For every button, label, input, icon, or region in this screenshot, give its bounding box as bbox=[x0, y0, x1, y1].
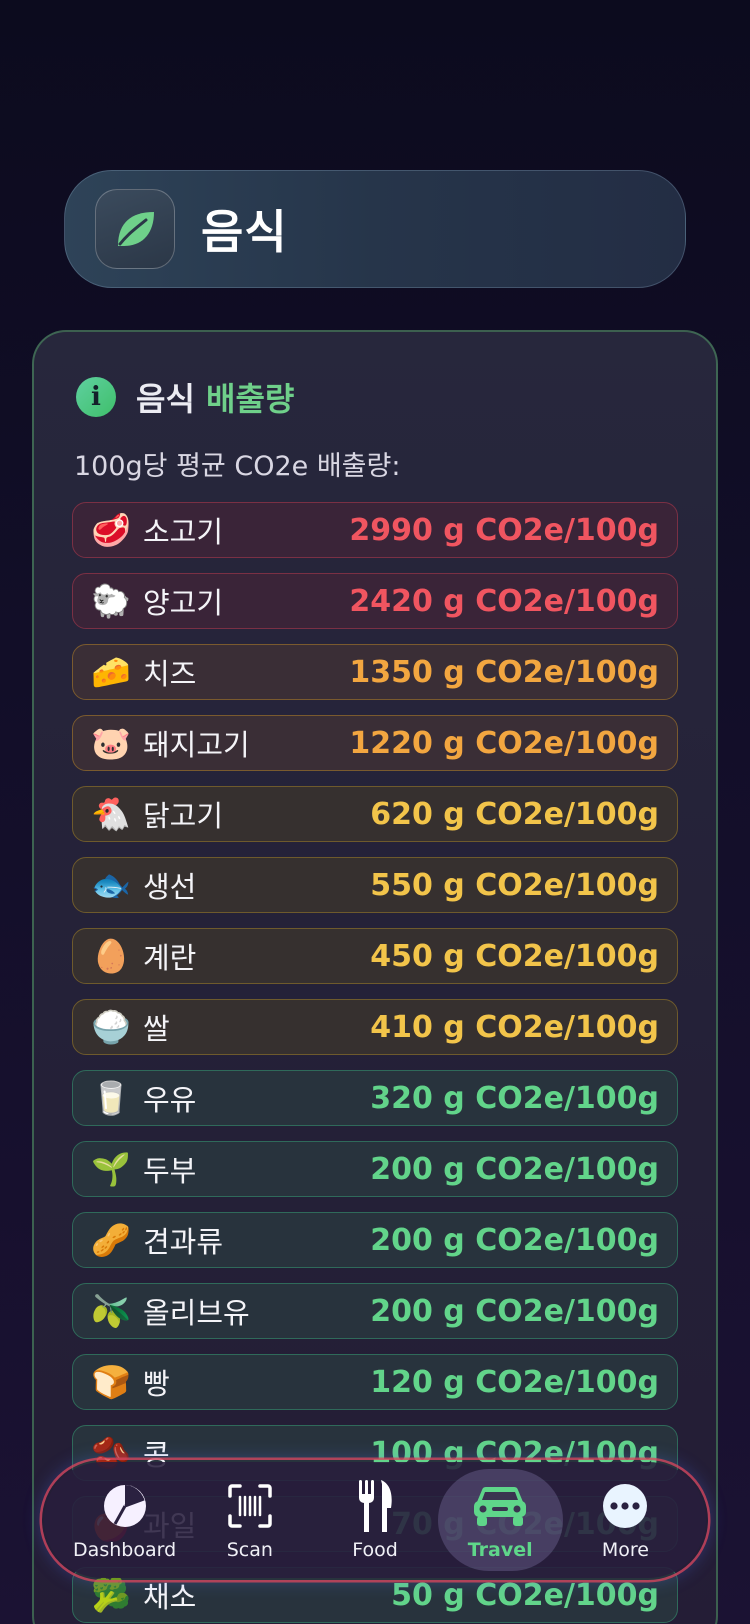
barcode-scan-icon bbox=[226, 1479, 274, 1533]
emission-row: 🐷 돼지고기 1220 g CO2e/100g bbox=[72, 715, 678, 771]
emission-row: 🐔 닭고기 620 g CO2e/100g bbox=[72, 786, 678, 842]
emission-row: 🌱 두부 200 g CO2e/100g bbox=[72, 1141, 678, 1197]
card-title-main: 음식 bbox=[136, 380, 195, 418]
emission-value: 620 g CO2e/100g bbox=[370, 796, 659, 832]
food-emoji-icon: 🥜 bbox=[91, 1221, 131, 1259]
food-name: 쌀 bbox=[143, 1012, 170, 1046]
tab-label: Scan bbox=[226, 1539, 273, 1561]
tab-more[interactable]: More bbox=[563, 1469, 688, 1571]
emission-value: 550 g CO2e/100g bbox=[370, 867, 659, 903]
tab-travel[interactable]: Travel bbox=[437, 1469, 563, 1571]
page-header: 음식 bbox=[64, 170, 686, 288]
emission-value: 1220 g CO2e/100g bbox=[349, 725, 659, 761]
food-emoji-icon: 🧀 bbox=[91, 653, 131, 691]
food-name: 치즈 bbox=[143, 657, 197, 691]
fork-knife-icon bbox=[351, 1479, 399, 1533]
food-name: 돼지고기 bbox=[143, 728, 250, 762]
food-emoji-icon: 🌱 bbox=[91, 1150, 131, 1188]
food-name: 소고기 bbox=[143, 515, 224, 549]
food-emoji-icon: 🥦 bbox=[91, 1576, 131, 1614]
tab-dashboard[interactable]: Dashboard bbox=[62, 1469, 187, 1571]
info-icon: i bbox=[76, 377, 116, 417]
food-name: 견과류 bbox=[143, 1225, 224, 1259]
leaf-icon bbox=[95, 189, 175, 269]
food-emoji-icon: 🐟 bbox=[91, 866, 131, 904]
emission-row: 🥛 우유 320 g CO2e/100g bbox=[72, 1070, 678, 1126]
emission-value: 200 g CO2e/100g bbox=[370, 1151, 659, 1187]
food-emoji-icon: 🐷 bbox=[91, 724, 131, 762]
emission-value: 120 g CO2e/100g bbox=[370, 1364, 659, 1400]
pie-chart-icon bbox=[101, 1479, 149, 1533]
emission-value: 50 g CO2e/100g bbox=[391, 1577, 659, 1613]
food-emoji-icon: 🫒 bbox=[91, 1292, 131, 1330]
emission-value: 1350 g CO2e/100g bbox=[349, 654, 659, 690]
car-icon bbox=[472, 1479, 528, 1533]
emission-value: 450 g CO2e/100g bbox=[370, 938, 659, 974]
emission-row: 🐟 생선 550 g CO2e/100g bbox=[72, 857, 678, 913]
food-name: 빵 bbox=[143, 1367, 170, 1401]
food-name: 우유 bbox=[143, 1083, 197, 1117]
tab-label: More bbox=[601, 1539, 649, 1561]
food-name: 계란 bbox=[143, 941, 197, 975]
emission-row: 🍚 쌀 410 g CO2e/100g bbox=[72, 999, 678, 1055]
emission-value: 410 g CO2e/100g bbox=[370, 1009, 659, 1045]
emission-row: 🥚 계란 450 g CO2e/100g bbox=[72, 928, 678, 984]
emission-value: 2990 g CO2e/100g bbox=[349, 512, 659, 548]
food-emoji-icon: 🐑 bbox=[91, 582, 131, 620]
emission-row: 🧀 치즈 1350 g CO2e/100g bbox=[72, 644, 678, 700]
emission-value: 200 g CO2e/100g bbox=[370, 1293, 659, 1329]
tab-label: Food bbox=[352, 1539, 398, 1561]
card-title-accent: 배출량 bbox=[206, 380, 295, 418]
food-emoji-icon: 🍞 bbox=[91, 1363, 131, 1401]
tab-scan[interactable]: Scan bbox=[187, 1469, 312, 1571]
food-emoji-icon: 🥩 bbox=[91, 511, 131, 549]
tab-label: Dashboard bbox=[73, 1539, 177, 1561]
card-subtitle: 100g당 평균 CO2e 배출량: bbox=[74, 451, 401, 482]
emission-row: 🥜 견과류 200 g CO2e/100g bbox=[72, 1212, 678, 1268]
food-emoji-icon: 🍚 bbox=[91, 1008, 131, 1046]
emission-row: 🐑 양고기 2420 g CO2e/100g bbox=[72, 573, 678, 629]
food-emoji-icon: 🥚 bbox=[91, 937, 131, 975]
food-emoji-icon: 🐔 bbox=[91, 795, 131, 833]
food-name: 올리브유 bbox=[143, 1296, 250, 1330]
emission-row: 🫒 올리브유 200 g CO2e/100g bbox=[72, 1283, 678, 1339]
food-name: 채소 bbox=[143, 1580, 197, 1614]
food-name: 양고기 bbox=[143, 586, 224, 620]
page-title: 음식 bbox=[201, 205, 288, 259]
tab-food[interactable]: Food bbox=[312, 1469, 437, 1571]
card-title: i 음식 배출량 bbox=[76, 374, 294, 420]
food-name: 닭고기 bbox=[143, 799, 224, 833]
food-emoji-icon: 🥛 bbox=[91, 1079, 131, 1117]
emission-value: 320 g CO2e/100g bbox=[370, 1080, 659, 1116]
food-emissions-card: i 음식 배출량 100g당 평균 CO2e 배출량: 🥩 소고기 2990 g C… bbox=[32, 330, 718, 1624]
emissions-list: 🥩 소고기 2990 g CO2e/100g 🐑 양고기 2420 g CO2e/100g… bbox=[72, 502, 678, 1624]
emission-row: 🍞 빵 120 g CO2e/100g bbox=[72, 1354, 678, 1410]
bottom-tab-bar: Dashboard Scan Food Travel More bbox=[42, 1460, 708, 1580]
tab-label: Travel bbox=[467, 1539, 533, 1561]
emission-value: 2420 g CO2e/100g bbox=[349, 583, 659, 619]
emission-value: 200 g CO2e/100g bbox=[370, 1222, 659, 1258]
more-dots-icon bbox=[601, 1479, 649, 1533]
food-name: 생선 bbox=[143, 870, 197, 904]
food-name: 두부 bbox=[143, 1154, 197, 1188]
emission-row: 🥩 소고기 2990 g CO2e/100g bbox=[72, 502, 678, 558]
